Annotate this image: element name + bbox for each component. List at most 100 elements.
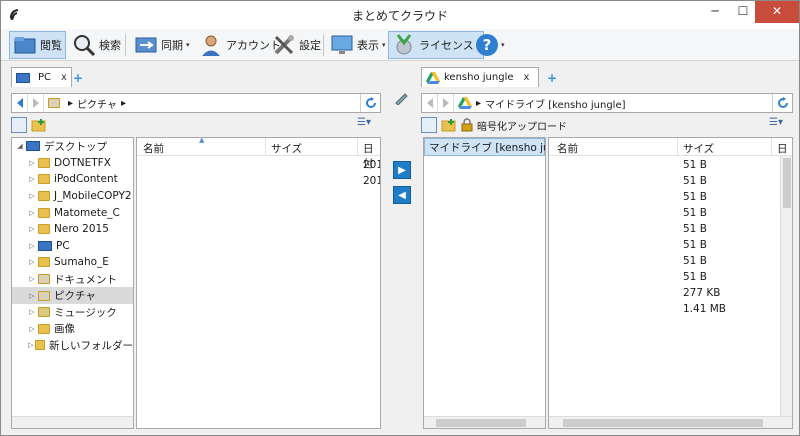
expander-icon[interactable]: ▷	[26, 209, 38, 217]
view-mode-icon[interactable]: ☰▾	[769, 117, 783, 128]
column-size[interactable]: サイズ	[271, 141, 302, 156]
browse-button[interactable]: 閲覧	[9, 31, 66, 59]
horizontal-scrollbar[interactable]	[12, 416, 133, 428]
tree-item[interactable]: ▷ DOTNETFX	[12, 155, 133, 172]
scroll-thumb[interactable]	[436, 419, 526, 427]
view-mode-icon[interactable]: ☰▾	[357, 117, 371, 128]
expander-icon[interactable]: ▷	[26, 341, 35, 349]
expander-icon[interactable]: ▷	[26, 242, 38, 250]
horizontal-scrollbar[interactable]	[549, 416, 792, 428]
file-row[interactable]: Screenshot_2013-07-1...277 KB	[549, 286, 792, 302]
column-date[interactable]: 日	[777, 141, 788, 156]
license-button[interactable]: ライセンス ▾	[388, 31, 485, 59]
expander-icon[interactable]: ▷	[26, 308, 38, 316]
tree-item[interactable]: ◢ デスクトップ	[12, 138, 133, 155]
view-button[interactable]: 表示 ▾	[327, 31, 389, 59]
tree-item[interactable]: ▷ ミュージック	[12, 304, 133, 321]
crumb-sep-icon[interactable]: ▸	[121, 98, 126, 109]
tree-item[interactable]: ▷ PC	[12, 238, 133, 255]
edit-icon[interactable]	[394, 91, 410, 105]
tree-item[interactable]: ▷ Matomete_C	[12, 204, 133, 221]
tree-item[interactable]: ▷ 新しいフォルダー	[12, 337, 133, 354]
new-folder-icon[interactable]	[31, 117, 47, 133]
file-row[interactable]: gps20130612-142342.l...51 B	[549, 270, 792, 286]
expander-icon[interactable]: ▷	[26, 225, 38, 233]
file-row[interactable]: gps20130612-142342.l...51 B	[549, 222, 792, 238]
file-row[interactable]: gps20130524-162725.l...51 B	[549, 158, 792, 174]
file-row[interactable]: gps20130612-142342.l...51 B	[549, 206, 792, 222]
google-drive-icon	[426, 71, 440, 84]
back-button[interactable]	[12, 94, 28, 112]
column-name[interactable]: 名前	[557, 141, 578, 156]
forward-button[interactable]	[438, 94, 454, 112]
upload-right-button[interactable]: ▶	[393, 161, 411, 179]
search-button[interactable]: 検索	[69, 31, 124, 59]
encrypt-upload-button[interactable]: 暗号化アップロード	[477, 118, 567, 133]
tab-pc[interactable]: PC x	[11, 67, 72, 87]
forward-button[interactable]	[28, 94, 44, 112]
vertical-scrollbar[interactable]	[780, 156, 792, 416]
expander-icon[interactable]: ▷	[26, 292, 38, 300]
column-divider[interactable]	[771, 138, 772, 156]
back-button[interactable]	[422, 94, 438, 112]
download-left-button[interactable]: ◀	[393, 186, 411, 204]
tree-item[interactable]: ▷ iPodContent	[12, 171, 133, 188]
tree-toggle-icon[interactable]	[421, 117, 437, 133]
column-divider[interactable]	[677, 138, 678, 156]
sync-dropdown-icon[interactable]: ▾	[186, 41, 190, 49]
drive-tree: マイドライブ [kensho jungle]	[423, 137, 546, 429]
file-row[interactable]: Screenshot_2013-07-1...1.41 MB	[549, 302, 792, 318]
expander-icon[interactable]: ▷	[26, 175, 38, 183]
tab-kensho-jungle[interactable]: kensho jungle x	[421, 67, 539, 87]
breadcrumb-item[interactable]: ピクチャ	[77, 96, 117, 111]
file-list: 名前 ▲ サイズ 日付 運動会201夏祭り201	[136, 137, 381, 429]
app-window: まとめてクラウド ─ ☐ ✕ 閲覧 検索 同期 ▾ アカウント 設定 表示 ▾ …	[0, 0, 800, 436]
file-size: 277 KB	[683, 287, 721, 299]
horizontal-scrollbar[interactable]	[424, 416, 545, 428]
file-row[interactable]: gps20130524-162725.l...51 B	[549, 174, 792, 190]
tree-item[interactable]: ▷ 画像	[12, 321, 133, 338]
file-row[interactable]: gps20130524-162725.l...51 B	[549, 190, 792, 206]
tree-item[interactable]: ▷ ドキュメント	[12, 271, 133, 288]
tree-item[interactable]: ▷ ピクチャ	[12, 287, 133, 304]
expander-icon[interactable]: ▷	[26, 159, 38, 167]
expander-icon[interactable]: ◢	[14, 142, 26, 150]
expander-icon[interactable]: ▷	[26, 325, 38, 333]
column-divider[interactable]	[265, 138, 266, 156]
file-row[interactable]: 夏祭り201	[137, 174, 380, 190]
tree-item-my-drive[interactable]: マイドライブ [kensho jungle]	[424, 138, 545, 156]
scroll-thumb[interactable]	[563, 419, 763, 427]
file-row[interactable]: 運動会201	[137, 158, 380, 174]
tab-close-icon[interactable]: x	[524, 72, 530, 83]
new-folder-icon[interactable]	[441, 117, 457, 133]
column-name[interactable]: 名前	[143, 141, 164, 156]
new-tab-button[interactable]: +	[73, 71, 83, 85]
tab-close-icon[interactable]: x	[61, 72, 67, 83]
close-button[interactable]: ✕	[755, 1, 799, 23]
refresh-button[interactable]	[360, 94, 380, 112]
tree-item[interactable]: ▷ Nero 2015	[12, 221, 133, 238]
help-dropdown-icon[interactable]: ▾	[501, 41, 505, 49]
column-size[interactable]: サイズ	[683, 141, 714, 156]
minimize-button[interactable]: ─	[701, 1, 729, 23]
help-button[interactable]: ? ▾	[473, 31, 508, 59]
column-divider[interactable]	[357, 138, 358, 156]
browse-icon	[14, 37, 36, 54]
search-label: 検索	[99, 39, 121, 52]
expander-icon[interactable]: ▷	[26, 275, 38, 283]
tree-item[interactable]: ▷ Sumaho_E	[12, 254, 133, 271]
tree-toggle-icon[interactable]	[11, 117, 27, 133]
view-dropdown-icon[interactable]: ▾	[382, 41, 386, 49]
breadcrumb-item[interactable]: マイドライブ [kensho jungle]	[485, 96, 625, 111]
expander-icon[interactable]: ▷	[26, 258, 38, 266]
file-row[interactable]: gps20130612-142342.l...51 B	[549, 238, 792, 254]
new-tab-button[interactable]: +	[547, 71, 557, 85]
expander-icon[interactable]: ▷	[26, 192, 38, 200]
tree-item[interactable]: ▷ J_MobileCOPY2	[12, 188, 133, 205]
sync-button[interactable]: 同期 ▾	[131, 31, 193, 59]
maximize-button[interactable]: ☐	[729, 1, 757, 23]
refresh-button[interactable]	[772, 94, 792, 112]
settings-button[interactable]: 設定	[269, 31, 324, 59]
scroll-thumb[interactable]	[783, 158, 791, 208]
file-row[interactable]: gps20130612-142342.l...51 B	[549, 254, 792, 270]
